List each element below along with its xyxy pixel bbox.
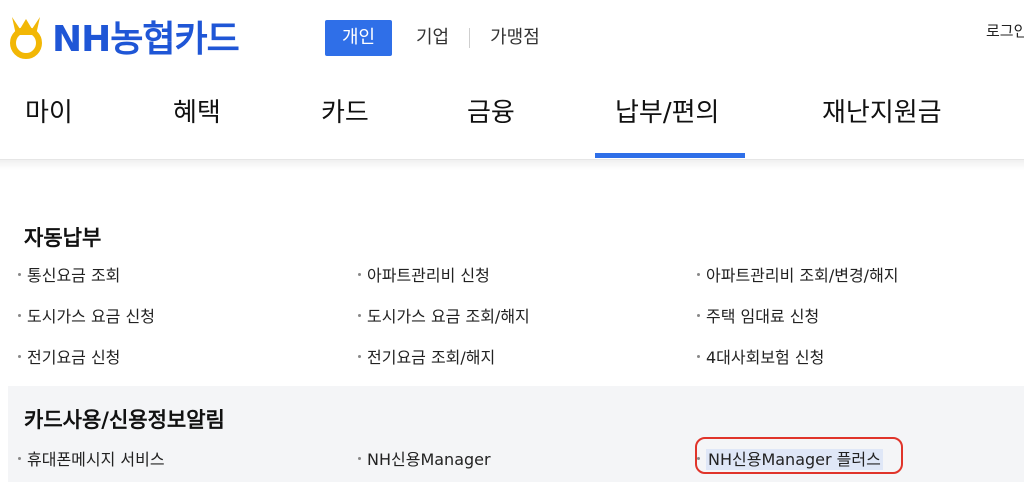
menu-link-electric-apply[interactable]: 전기요금 신청 [18, 344, 120, 368]
bullet-dot [697, 273, 700, 276]
nav-item-finance[interactable]: 금융 [467, 92, 515, 129]
bullet-dot [358, 457, 361, 460]
logo[interactable]: NH농협카드 [6, 12, 240, 60]
nav-item-disaster-relief[interactable]: 재난지원금 [822, 92, 942, 129]
nav-item-card[interactable]: 카드 [321, 92, 369, 129]
menu-link-apartment-apply[interactable]: 아파트관리비 신청 [358, 262, 490, 286]
bullet-dot [697, 314, 700, 317]
customer-type-tabs: 개인 기업 가맹점 [325, 20, 540, 56]
bullet-dot [358, 355, 361, 358]
login-link[interactable]: 로그인 [986, 20, 1024, 41]
menu-link-label: 전기요금 조회/해지 [367, 348, 496, 367]
nh-logo-icon [10, 17, 42, 59]
menu-link-rent-apply[interactable]: 주택 임대료 신청 [697, 303, 819, 327]
menu-link-label: 전기요금 신청 [27, 348, 121, 367]
menu-link-electric-manage[interactable]: 전기요금 조회/해지 [358, 344, 495, 368]
section-title-auto-pay: 자동납부 [24, 226, 102, 250]
menu-link-apartment-manage[interactable]: 아파트관리비 조회/변경/해지 [697, 262, 899, 286]
menu-link-gas-apply[interactable]: 도시가스 요금 신청 [18, 303, 155, 327]
menu-link-label: 도시가스 요금 신청 [27, 307, 155, 326]
menu-link-label: 통신요금 조회 [27, 266, 121, 285]
bullet-dot [18, 457, 21, 460]
bullet-dot [18, 273, 21, 276]
tab-divider [469, 28, 471, 48]
tab-merchant[interactable]: 가맹점 [490, 20, 540, 56]
menu-link-nh-credit-manager[interactable]: NH신용Manager [358, 446, 491, 470]
bullet-dot [697, 355, 700, 358]
section-title-card-alert: 카드사용/신용정보알림 [24, 408, 225, 432]
bullet-dot [358, 314, 361, 317]
top-bar: NH농협카드 개인 기업 가맹점 로그인 [0, 0, 1024, 78]
active-nav-indicator [595, 153, 745, 158]
menu-link-label: NH신용Manager [367, 450, 491, 469]
nav-item-benefits[interactable]: 혜택 [173, 92, 221, 129]
menu-link-gas-manage[interactable]: 도시가스 요금 조회/해지 [358, 303, 530, 327]
highlight-annotation [695, 437, 903, 474]
nav-item-my[interactable]: 마이 [25, 92, 73, 129]
bullet-dot [18, 314, 21, 317]
nav-shadow [0, 160, 1024, 170]
menu-link-sms-service[interactable]: 휴대폰메시지 서비스 [18, 446, 165, 470]
logo-text: NH농협카드 [52, 19, 240, 60]
bullet-dot [358, 273, 361, 276]
menu-link-label: 아파트관리비 신청 [367, 266, 490, 285]
menu-link-label: 휴대폰메시지 서비스 [27, 450, 165, 469]
main-nav: 마이 혜택 카드 금융 납부/편의 재난지원금 [0, 78, 1024, 160]
menu-link-label: 아파트관리비 조회/변경/해지 [706, 266, 899, 285]
tab-corporate[interactable]: 기업 [416, 20, 449, 56]
menu-link-label: 도시가스 요금 조회/해지 [367, 307, 530, 326]
menu-link-social-insurance[interactable]: 4대사회보험 신청 [697, 344, 824, 368]
tab-personal[interactable]: 개인 [325, 20, 392, 56]
menu-link-telecom-inquiry[interactable]: 통신요금 조회 [18, 262, 120, 286]
bullet-dot [18, 355, 21, 358]
page: NH농협카드 개인 기업 가맹점 로그인 마이 혜택 카드 금융 납부/편의 재… [0, 0, 1024, 482]
menu-link-label: 4대사회보험 신청 [706, 348, 825, 367]
menu-link-label: 주택 임대료 신청 [706, 307, 820, 326]
nav-item-payment[interactable]: 납부/편의 [615, 92, 719, 129]
